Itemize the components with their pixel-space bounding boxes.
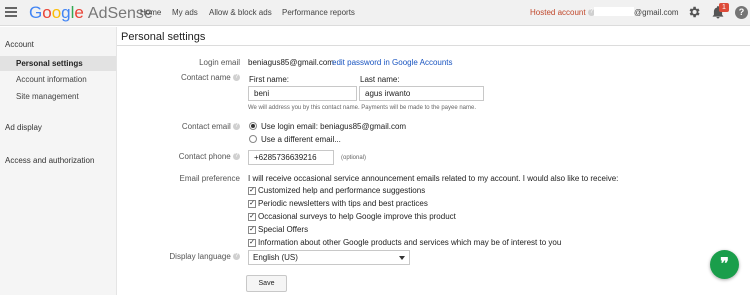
login-email-label: Login email: [199, 58, 240, 67]
first-name-label: First name:: [249, 75, 290, 84]
account-email[interactable]: @gmail.com: [634, 8, 679, 17]
help-button[interactable]: ?: [735, 6, 748, 19]
pref-checkbox-special-offers[interactable]: ✓: [248, 226, 256, 234]
notification-badge: 1: [719, 3, 729, 12]
nav-home[interactable]: Home: [140, 8, 161, 17]
phone-optional-note: (optional): [341, 155, 367, 161]
first-name-input[interactable]: beni: [248, 86, 357, 101]
contact-email-label: Contact email ?: [181, 122, 240, 131]
pref-checkbox-help[interactable]: ✓: [248, 187, 256, 195]
last-name-label: Last name:: [360, 75, 400, 84]
display-language-label: Display language ?: [169, 252, 240, 261]
menu-icon[interactable]: [5, 7, 17, 17]
pref-checkbox-other-products[interactable]: ✓: [248, 239, 256, 247]
pref-label-surveys[interactable]: Occasional surveys to help Google improv…: [258, 212, 456, 221]
chevron-down-icon: [399, 256, 405, 260]
nav-performance-reports[interactable]: Performance reports: [282, 8, 355, 17]
pref-checkbox-surveys[interactable]: ✓: [248, 213, 256, 221]
email-preference-intro: I will receive occasional service announ…: [248, 174, 619, 183]
pref-label-other-products[interactable]: Information about other Google products …: [258, 238, 561, 247]
contact-name-label: Contact name ?: [180, 73, 240, 82]
pref-checkbox-newsletters[interactable]: ✓: [248, 200, 256, 208]
contact-name-note: We will address you by this contact name…: [248, 105, 477, 111]
top-bar: Google AdSense Home My ads Allow & block …: [0, 0, 750, 26]
gear-icon[interactable]: [687, 5, 701, 19]
hosted-account-link[interactable]: Hosted account ?: [530, 8, 595, 17]
login-email-value: beniagus85@gmail.com: [248, 58, 334, 67]
sidebar-heading-access[interactable]: Access and authorization: [5, 156, 94, 165]
title-divider: [117, 45, 750, 46]
pref-label-special-offers[interactable]: Special Offers: [258, 225, 308, 234]
nav-allow-block-ads[interactable]: Allow & block ads: [209, 8, 272, 17]
use-different-email-label[interactable]: Use a different email...: [261, 135, 341, 144]
sidebar-item-account-information[interactable]: Account information: [0, 72, 116, 87]
sidebar-item-site-management[interactable]: Site management: [0, 89, 116, 104]
use-different-email-radio[interactable]: [249, 135, 257, 143]
page-title: Personal settings: [121, 31, 206, 43]
display-language-select[interactable]: English (US): [248, 250, 410, 265]
help-icon[interactable]: ?: [233, 253, 240, 261]
display-language-value: English (US): [253, 253, 298, 262]
sidebar: Account Personal settings Account inform…: [0, 27, 117, 295]
help-icon[interactable]: ?: [233, 74, 240, 82]
sidebar-heading-account[interactable]: Account: [5, 40, 34, 49]
pref-label-newsletters[interactable]: Periodic newsletters with tips and best …: [258, 199, 428, 208]
nav-my-ads[interactable]: My ads: [172, 8, 198, 17]
help-icon[interactable]: ?: [233, 153, 240, 161]
help-icon[interactable]: ?: [233, 123, 240, 131]
sidebar-heading-ad-display[interactable]: Ad display: [5, 123, 42, 132]
feedback-quote-icon[interactable]: ❞: [710, 250, 739, 279]
save-button[interactable]: Save: [246, 275, 287, 292]
sidebar-item-personal-settings[interactable]: Personal settings: [0, 56, 116, 71]
contact-phone-label: Contact phone ?: [178, 152, 240, 161]
use-login-email-label[interactable]: Use login email: beniagus85@gmail.com: [261, 122, 406, 131]
phone-input[interactable]: +6285736639216: [248, 150, 334, 165]
edit-password-link[interactable]: edit password in Google Accounts: [332, 58, 453, 67]
last-name-input[interactable]: agus irwanto: [359, 86, 484, 101]
use-login-email-radio[interactable]: [249, 122, 257, 130]
pref-label-help[interactable]: Customized help and performance suggesti…: [258, 186, 425, 195]
email-redaction: [594, 7, 634, 16]
adsense-logo[interactable]: Google AdSense: [29, 3, 153, 23]
email-preference-label: Email preference: [179, 174, 240, 183]
